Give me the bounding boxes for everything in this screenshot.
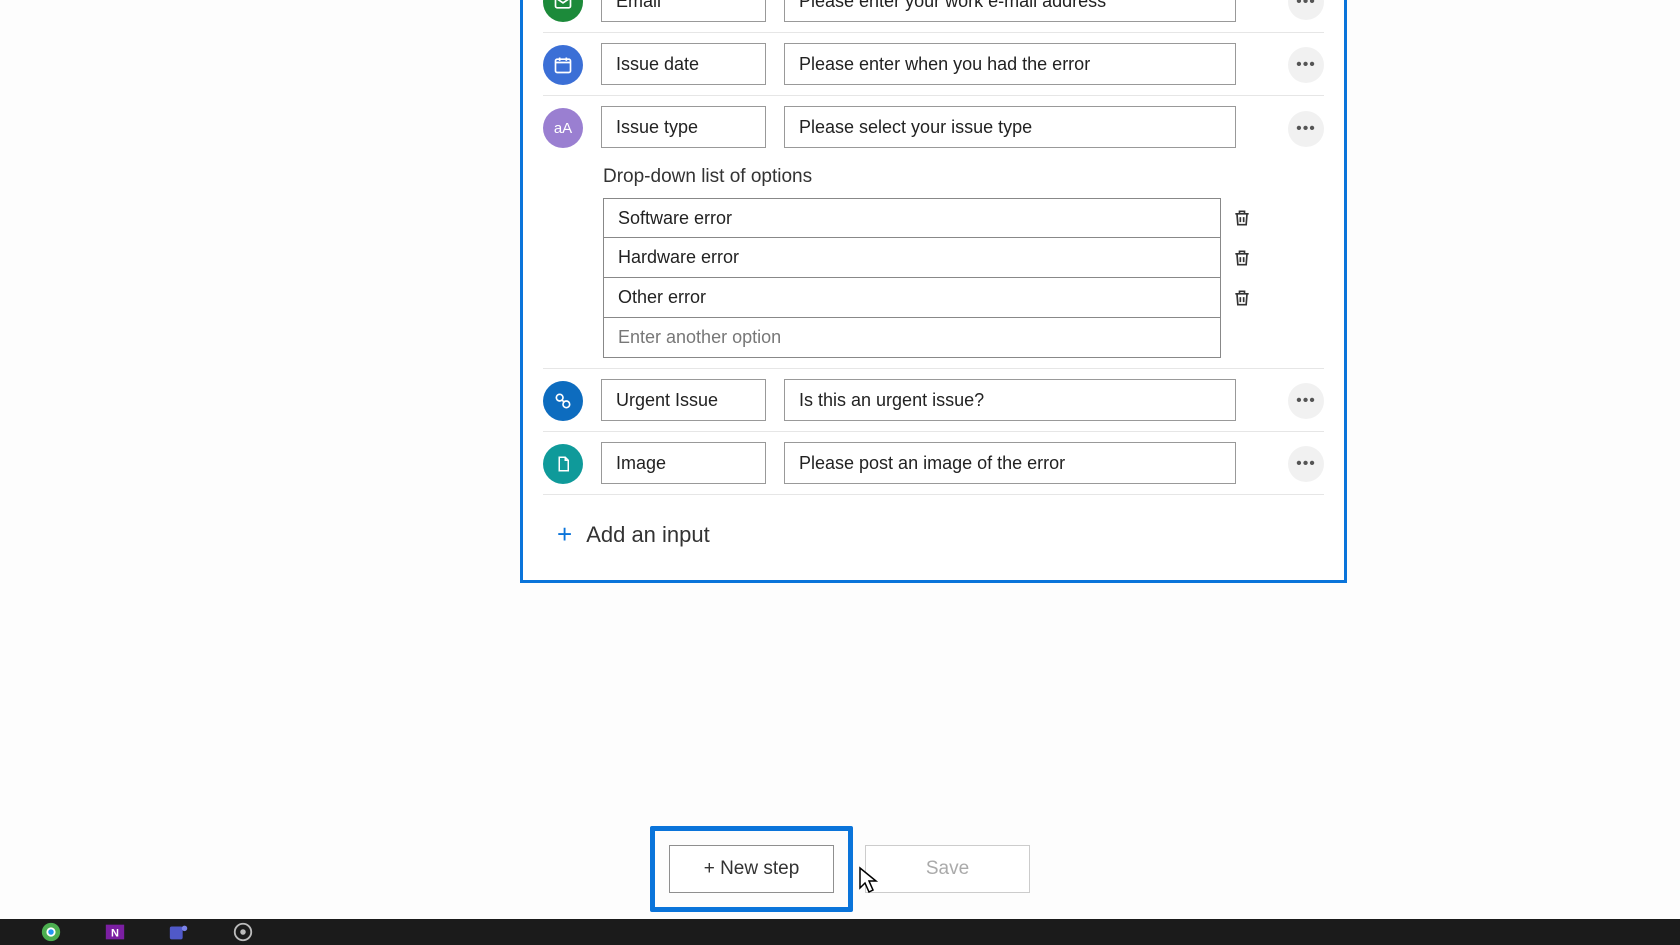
input-name-date[interactable]: Issue date [601, 43, 766, 85]
option-row [603, 198, 1263, 238]
input-row-image: Image Please post an image of the error … [543, 432, 1324, 495]
taskbar: N [0, 919, 1680, 945]
svg-text:N: N [111, 928, 119, 940]
calendar-icon [543, 45, 583, 85]
option-input-1[interactable] [603, 238, 1221, 278]
input-desc-urgent[interactable]: Is this an urgent issue? [784, 379, 1236, 421]
delete-option-2[interactable] [1221, 278, 1263, 318]
teams-icon[interactable] [164, 922, 194, 942]
add-input-label: Add an input [586, 522, 710, 548]
option-input-2[interactable] [603, 278, 1221, 318]
input-row-email: Email Please enter your work e-mail addr… [543, 0, 1324, 33]
option-input-0[interactable] [603, 198, 1221, 238]
input-row-urgent: Urgent Issue Is this an urgent issue? ••… [543, 369, 1324, 432]
input-desc-date[interactable]: Please enter when you had the error [784, 43, 1236, 85]
chrome-icon[interactable] [36, 922, 66, 942]
input-desc-image[interactable]: Please post an image of the error [784, 442, 1236, 484]
toggle-icon [543, 381, 583, 421]
add-input-button[interactable]: + Add an input [543, 495, 1324, 570]
text-icon: aA [543, 108, 583, 148]
trigger-card: Email Please enter your work e-mail addr… [520, 0, 1347, 583]
input-name-urgent[interactable]: Urgent Issue [601, 379, 766, 421]
input-name-image[interactable]: Image [601, 442, 766, 484]
more-button-type[interactable]: ••• [1288, 111, 1324, 147]
input-name-email[interactable]: Email [601, 0, 766, 22]
option-row [603, 238, 1263, 278]
option-row [603, 318, 1263, 358]
option-row [603, 278, 1263, 318]
more-button-image[interactable]: ••• [1288, 446, 1324, 482]
option-input-new[interactable] [603, 318, 1221, 358]
input-name-type[interactable]: Issue type [601, 106, 766, 148]
dropdown-options-label: Drop-down list of options [603, 166, 1324, 188]
input-row-date: Issue date Please enter when you had the… [543, 33, 1324, 96]
new-step-button[interactable]: + New step [669, 845, 834, 893]
highlight-frame: + New step [650, 826, 853, 912]
input-desc-type[interactable]: Please select your issue type [784, 106, 1236, 148]
onenote-icon[interactable]: N [100, 922, 130, 942]
input-desc-email[interactable]: Please enter your work e-mail address [784, 0, 1236, 22]
more-button-date[interactable]: ••• [1288, 47, 1324, 83]
input-row-type: aA Issue type Please select your issue t… [543, 96, 1324, 369]
dropdown-options-list [603, 198, 1263, 358]
more-button-urgent[interactable]: ••• [1288, 383, 1324, 419]
more-button-email[interactable]: ••• [1288, 0, 1324, 20]
app-icon[interactable] [228, 922, 258, 942]
delete-option-1[interactable] [1221, 238, 1263, 278]
save-button[interactable]: Save [865, 845, 1030, 893]
email-icon [543, 0, 583, 22]
file-icon [543, 444, 583, 484]
action-buttons: + New step Save [0, 826, 1680, 912]
delete-option-0[interactable] [1221, 198, 1263, 238]
plus-icon: + [557, 519, 572, 550]
